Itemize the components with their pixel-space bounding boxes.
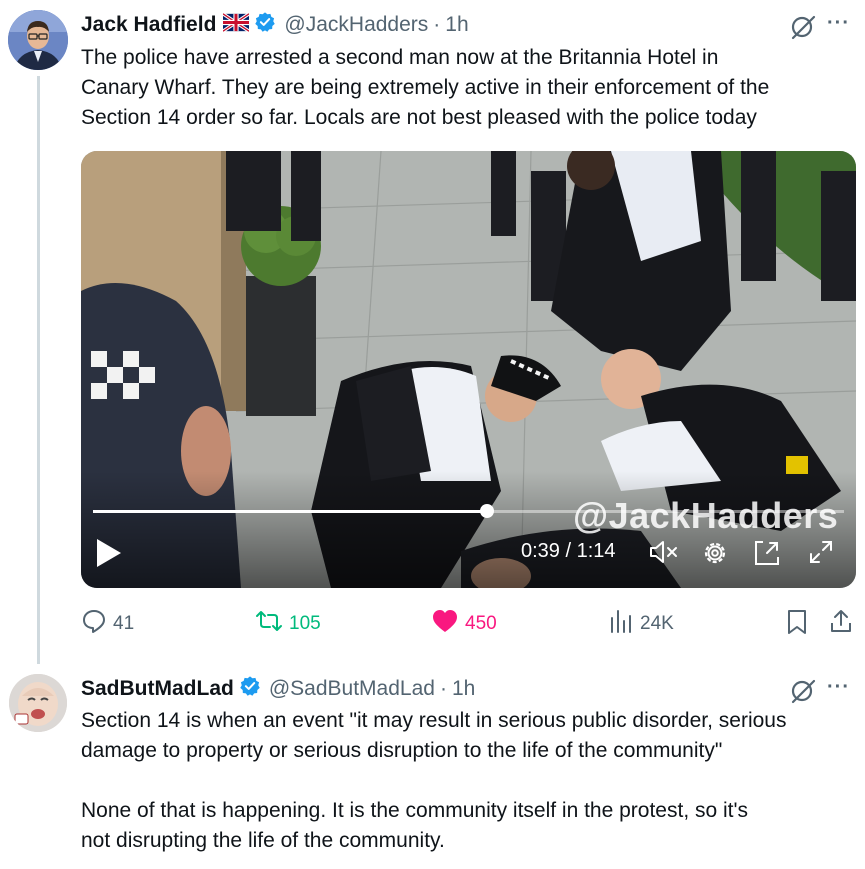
author-name[interactable]: Jack Hadfield [81,13,216,37]
post-text: The police have arrested a second man no… [81,43,851,133]
pip-icon[interactable] [753,539,781,572]
share-button[interactable] [829,608,859,640]
reply-text-line: damage to property or serious disruption… [81,739,723,762]
bookmark-button[interactable] [786,609,814,641]
views-icon [608,608,640,640]
more-icon[interactable]: ··· [827,12,850,35]
like-button[interactable]: 450 [431,608,497,640]
post-time[interactable]: 1h [445,13,468,37]
thread-connector-line [37,76,40,664]
verified-icon [254,11,276,39]
separator-dot: · [439,677,447,700]
mute-icon[interactable] [649,539,679,570]
reply-text-line: Section 14 is when an event "it may resu… [81,709,787,732]
grok-icon[interactable] [790,678,816,709]
like-icon [431,608,465,640]
views-count: 24K [640,613,674,634]
post-text-line: The police have arrested a second man no… [81,46,719,69]
reply-text-line: None of that is happening. It is the com… [81,799,749,822]
reply-author-handle[interactable]: @SadButMadLad [269,677,435,701]
separator-dot: · [433,13,441,36]
like-count: 450 [465,613,497,634]
fullscreen-icon[interactable] [808,539,834,570]
more-icon[interactable]: ··· [827,676,850,699]
post-text-line: Canary Wharf. They are being extremely a… [81,76,770,99]
settings-icon[interactable] [701,539,729,572]
author-handle[interactable]: @JackHadders [284,13,428,37]
post-action-bar: 41 105 450 24K [81,608,856,638]
video-player[interactable]: @JackHadders 0:39 / 1:14 [81,151,856,588]
reply-header: SadButMadLad @SadButMadLad · 1h [81,675,475,703]
post-header: Jack Hadfield @JackHadders · 1h [81,11,469,39]
reply-count: 41 [113,613,135,634]
grok-icon[interactable] [790,14,816,45]
reply-button[interactable]: 41 [81,608,134,640]
reply-author-name[interactable]: SadButMadLad [81,677,234,701]
repost-icon [255,608,289,640]
repost-button[interactable]: 105 [255,608,321,640]
reply-icon [81,608,113,640]
reply-time[interactable]: 1h [452,677,475,701]
video-progress-fill [93,510,488,513]
uk-flag-icon [222,11,251,38]
reply-text: Section 14 is when an event "it may resu… [81,706,861,856]
views-button[interactable]: 24K [608,608,674,640]
reply-text-line: not disrupting the life of the community… [81,829,445,852]
video-progress-bar[interactable] [93,504,844,518]
author-avatar[interactable] [8,10,68,70]
play-icon[interactable] [95,537,123,574]
verified-icon [239,675,261,703]
video-watermark: @JackHadders [573,495,839,536]
post-text-line: Section 14 order so far. Locals are not … [81,106,757,129]
bookmark-icon [786,609,814,641]
repost-count: 105 [289,613,321,634]
reply-author-avatar[interactable] [9,674,67,732]
video-timecode: 0:39 / 1:14 [521,540,616,562]
share-icon [829,608,859,640]
